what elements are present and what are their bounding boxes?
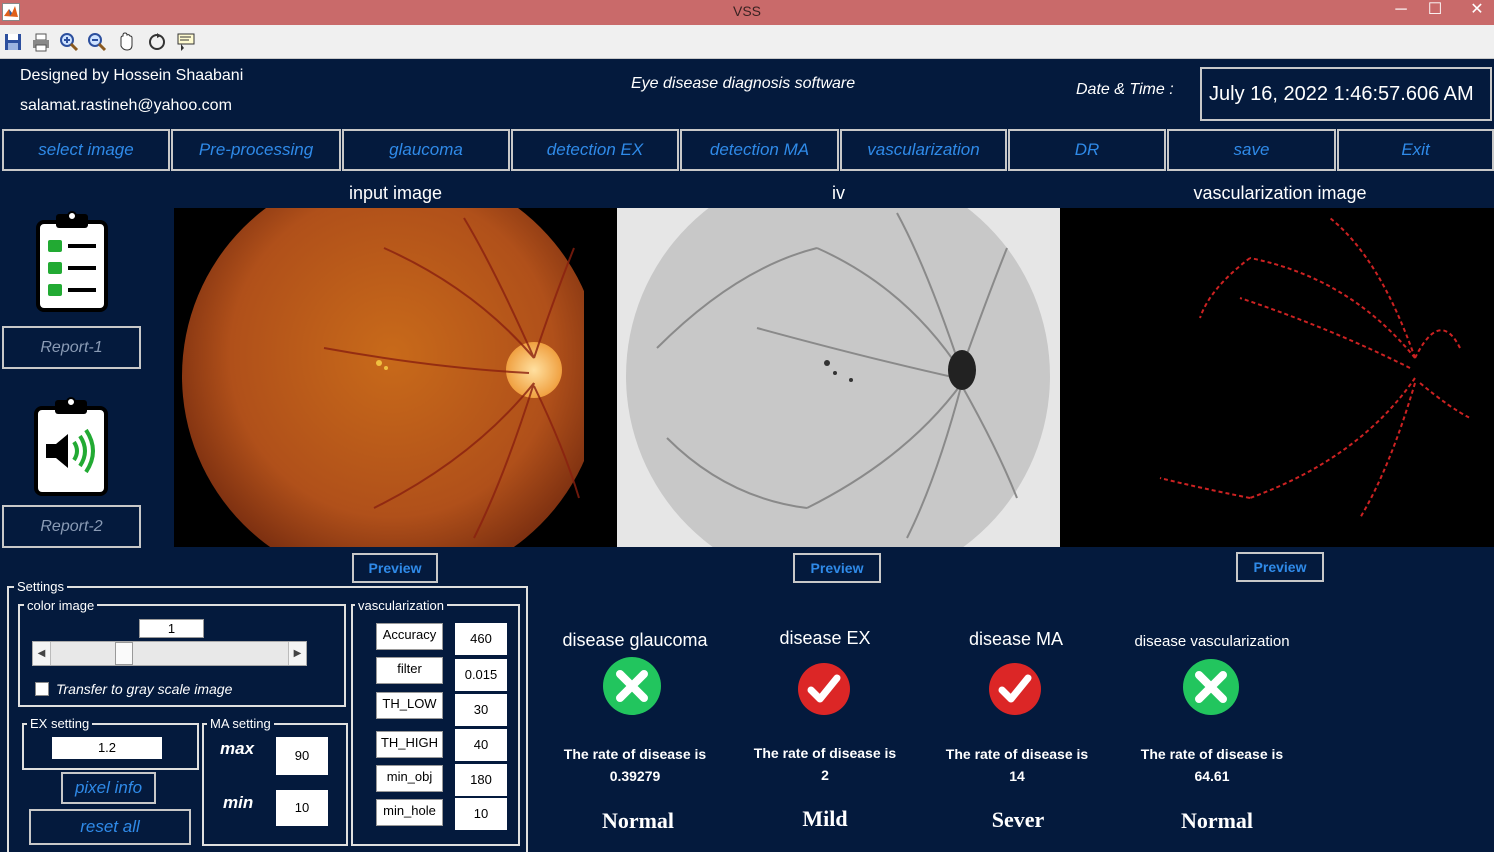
param-th-high-label: TH_HIGH bbox=[376, 731, 443, 758]
result-ma-rate-value: 14 bbox=[1009, 768, 1025, 784]
param-min-hole-field[interactable]: 10 bbox=[455, 798, 507, 830]
window-title: VSS bbox=[732, 3, 761, 19]
pre-processing-button[interactable]: Pre-processing bbox=[171, 129, 341, 171]
result-ex-title: disease EX bbox=[779, 628, 871, 648]
dr-button[interactable]: DR bbox=[1008, 129, 1166, 171]
red-check-icon bbox=[797, 662, 851, 716]
ma-min-label: min bbox=[223, 793, 254, 812]
vascularization-image-title: vascularization image bbox=[1193, 183, 1367, 203]
slider-left-arrow-icon[interactable]: ◀ bbox=[33, 642, 51, 665]
select-image-button[interactable]: select image bbox=[2, 129, 170, 171]
preview-vascularization-button[interactable]: Preview bbox=[1236, 552, 1324, 582]
glaucoma-button[interactable]: glaucoma bbox=[342, 129, 510, 171]
result-vascularization-rate-value: 64.61 bbox=[1194, 768, 1230, 784]
result-vascularization-title: disease vascularization bbox=[1134, 633, 1290, 650]
result-ma-title: disease MA bbox=[968, 629, 1064, 649]
result-glaucoma-rate: The rate of disease is 0.39279 bbox=[540, 743, 730, 787]
color-image-label: color image bbox=[24, 598, 98, 613]
result-ex-status: Mild bbox=[802, 806, 848, 831]
report-2-button[interactable]: Report-2 bbox=[2, 505, 141, 548]
param-th-high-field[interactable]: 40 bbox=[455, 729, 507, 761]
reset-all-button[interactable]: reset all bbox=[29, 809, 191, 845]
result-ma-rate-label: The rate of disease is bbox=[945, 746, 1089, 762]
param-filter-label: filter bbox=[376, 657, 443, 684]
clipboard-speaker-icon[interactable] bbox=[34, 396, 108, 496]
data-cursor-icon[interactable] bbox=[175, 31, 197, 53]
result-ma-rate: The rate of disease is 14 bbox=[926, 743, 1108, 787]
param-accuracy-field[interactable]: 460 bbox=[455, 623, 507, 655]
green-x-icon bbox=[1182, 658, 1240, 716]
preview-iv-button[interactable]: Preview bbox=[793, 553, 881, 583]
param-th-low-field[interactable]: 30 bbox=[455, 694, 507, 726]
slider-thumb[interactable] bbox=[115, 642, 133, 665]
detection-ma-button[interactable]: detection MA bbox=[680, 129, 839, 171]
clipboard-checklist-icon[interactable] bbox=[36, 210, 108, 312]
input-image[interactable] bbox=[174, 208, 617, 547]
result-vascularization-status: Normal bbox=[1180, 808, 1254, 833]
vascularization-image[interactable] bbox=[1060, 208, 1494, 547]
iv-image[interactable] bbox=[617, 208, 1060, 547]
result-vascularization-rate: The rate of disease is 64.61 bbox=[1112, 743, 1312, 787]
settings-label: Settings bbox=[14, 579, 67, 594]
green-x-icon bbox=[602, 656, 662, 716]
param-filter-field[interactable]: 0.015 bbox=[455, 659, 507, 691]
ma-min-field[interactable]: 10 bbox=[276, 790, 328, 826]
param-min-obj-field[interactable]: 180 bbox=[455, 764, 507, 796]
vascularization-button[interactable]: vascularization bbox=[840, 129, 1007, 171]
designer-label: Designed by Hossein Shaabani bbox=[20, 67, 244, 84]
ma-max-label: max bbox=[220, 739, 255, 758]
app-name-label: Eye disease diagnosis software bbox=[631, 75, 856, 92]
vascularization-params-label: vascularization bbox=[355, 598, 447, 613]
input-image-title: input image bbox=[348, 183, 443, 203]
minimize-button[interactable]: ─ bbox=[1384, 0, 1418, 25]
result-glaucoma-rate-value: 0.39279 bbox=[609, 768, 661, 784]
rotate-icon[interactable] bbox=[146, 31, 168, 53]
gray-scale-checkbox-label: Transfer to gray scale image bbox=[56, 681, 233, 697]
color-image-slider[interactable]: ◀ ▶ bbox=[32, 641, 307, 666]
result-ex-rate: The rate of disease is 2 bbox=[735, 742, 915, 786]
pixel-info-button[interactable]: pixel info bbox=[61, 772, 156, 804]
ma-max-field[interactable]: 90 bbox=[276, 737, 328, 775]
zoom-out-icon[interactable] bbox=[86, 31, 108, 53]
datetime-value: July 16, 2022 1:46:57.606 AM bbox=[1200, 67, 1492, 121]
save-icon[interactable] bbox=[2, 31, 24, 53]
close-button[interactable]: ✕ bbox=[1460, 0, 1494, 25]
ma-setting-label: MA setting bbox=[207, 716, 274, 731]
zoom-in-icon[interactable] bbox=[58, 31, 80, 53]
param-min-hole-label: min_hole bbox=[376, 799, 443, 826]
result-ma-status: Sever bbox=[991, 807, 1045, 832]
detection-ex-button[interactable]: detection EX bbox=[511, 129, 679, 171]
ex-setting-field[interactable]: 1.2 bbox=[52, 737, 162, 759]
save-button[interactable]: save bbox=[1167, 129, 1336, 171]
result-glaucoma-title: disease glaucoma bbox=[562, 630, 708, 650]
exit-button[interactable]: Exit bbox=[1337, 129, 1494, 171]
param-th-low-label: TH_LOW bbox=[376, 692, 443, 719]
ex-setting-label: EX setting bbox=[27, 716, 93, 731]
result-ex-rate-label: The rate of disease is bbox=[753, 745, 897, 761]
window-titlebar: VSS ─ ☐ ✕ bbox=[0, 0, 1494, 25]
datetime-label: Date & Time : bbox=[1076, 81, 1174, 98]
email-label: salamat.rastineh@yahoo.com bbox=[20, 97, 232, 114]
slider-right-arrow-icon[interactable]: ▶ bbox=[288, 642, 306, 665]
slider-value-field[interactable]: 1 bbox=[139, 619, 204, 638]
gray-scale-checkbox[interactable] bbox=[35, 682, 49, 696]
iv-title: iv bbox=[832, 183, 845, 203]
red-check-icon bbox=[988, 662, 1042, 716]
report-1-button[interactable]: Report-1 bbox=[2, 326, 141, 369]
result-glaucoma-status: Normal bbox=[601, 808, 675, 833]
preview-input-button[interactable]: Preview bbox=[352, 553, 438, 583]
print-icon[interactable] bbox=[30, 31, 52, 53]
param-min-obj-label: min_obj bbox=[376, 765, 443, 792]
result-glaucoma-rate-label: The rate of disease is bbox=[563, 746, 707, 762]
maximize-button[interactable]: ☐ bbox=[1418, 0, 1452, 25]
pan-icon[interactable] bbox=[116, 31, 138, 53]
param-accuracy-label: Accuracy bbox=[376, 623, 443, 650]
figure-toolbar bbox=[0, 25, 1494, 59]
result-vascularization-rate-label: The rate of disease is bbox=[1140, 746, 1284, 762]
result-ex-rate-value: 2 bbox=[821, 767, 829, 783]
